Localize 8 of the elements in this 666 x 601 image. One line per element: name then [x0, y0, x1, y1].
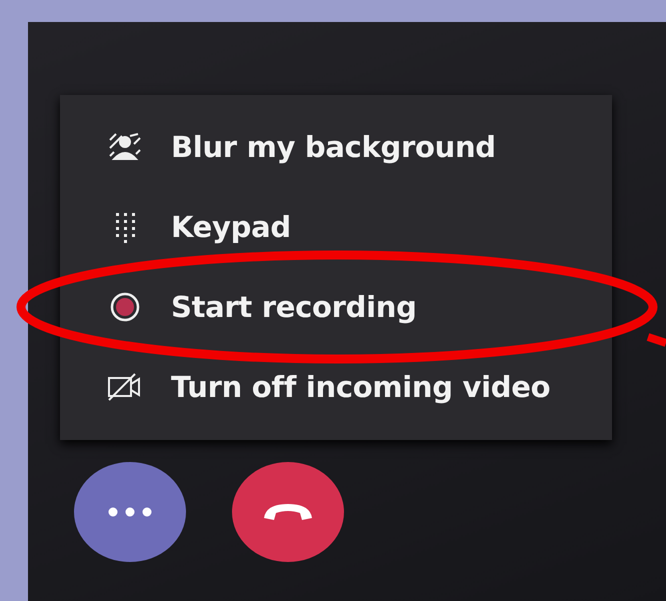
menu-item[interactable]: Blur my background — [171, 130, 496, 164]
video-off-icon — [107, 372, 143, 402]
menu-item[interactable]: Turn off incoming video — [171, 370, 550, 404]
menu-item[interactable]: Keypad — [171, 210, 291, 244]
menu-item[interactable]: Start recording — [171, 290, 417, 324]
record-icon — [109, 291, 141, 323]
ellipsis-icon — [108, 507, 152, 517]
blur-background-icon — [108, 132, 142, 162]
